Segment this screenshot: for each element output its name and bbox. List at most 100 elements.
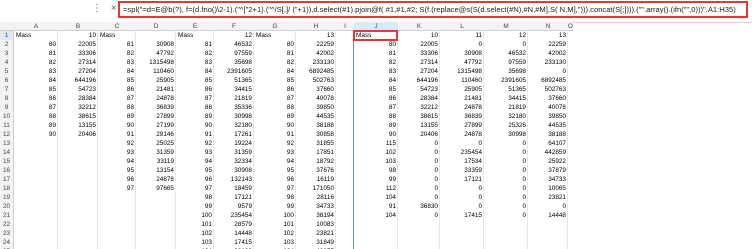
cell[interactable]: 42002 <box>528 49 568 58</box>
cell[interactable]: 22259 <box>528 40 568 49</box>
cell[interactable]: 81 <box>354 49 398 58</box>
cell[interactable]: 90 <box>254 121 296 130</box>
cell[interactable]: 89 <box>354 121 398 130</box>
cell[interactable]: 99 <box>176 202 214 211</box>
row-header[interactable]: 4 <box>0 58 14 67</box>
cell[interactable]: 86 <box>98 85 136 94</box>
cell[interactable]: 36839 <box>136 103 176 112</box>
cell[interactable]: 97 <box>176 184 214 193</box>
cell[interactable]: 98 <box>354 166 398 175</box>
cell[interactable]: 94 <box>176 157 214 166</box>
cell[interactable]: 0 <box>398 148 440 157</box>
cell[interactable]: 0 <box>484 202 528 211</box>
cell[interactable]: 98 <box>254 193 296 202</box>
cell[interactable]: 1315498 <box>440 67 484 76</box>
cell[interactable]: 30908 <box>136 40 176 49</box>
cell[interactable]: 0 <box>440 139 484 148</box>
column-header-g[interactable]: G <box>254 22 296 31</box>
cell[interactable]: 10 <box>58 31 98 40</box>
cell[interactable]: 25025 <box>136 139 176 148</box>
cell[interactable]: 32212 <box>398 103 440 112</box>
cell[interactable]: 97665 <box>136 184 176 193</box>
cell[interactable]: 17121 <box>440 175 484 184</box>
cell[interactable]: 95 <box>98 166 136 175</box>
row-header[interactable]: 24 <box>0 238 14 247</box>
cell[interactable]: 233130 <box>296 58 336 67</box>
cell[interactable]: 102 <box>254 229 296 238</box>
cell[interactable]: 89 <box>176 112 214 121</box>
cell[interactable]: 34733 <box>528 175 568 184</box>
cell[interactable]: 86 <box>354 94 398 103</box>
cell[interactable]: 17415 <box>214 238 254 247</box>
cell[interactable]: 104 <box>354 193 398 202</box>
cell[interactable]: 171050 <box>296 184 336 193</box>
cell[interactable]: 92 <box>176 139 214 148</box>
cell[interactable]: 2391605 <box>484 76 528 85</box>
cell[interactable]: 27204 <box>58 67 98 76</box>
cell[interactable]: 33306 <box>58 49 98 58</box>
cell[interactable]: 33359 <box>440 166 484 175</box>
column-header-l[interactable]: L <box>440 22 484 31</box>
cell[interactable]: 85 <box>98 76 136 85</box>
cell[interactable]: 38194 <box>296 211 336 220</box>
cell[interactable]: 34415 <box>484 94 528 103</box>
cell[interactable]: Mass <box>254 31 296 40</box>
row-header[interactable]: 21 <box>0 211 14 220</box>
cell[interactable]: 25905 <box>136 76 176 85</box>
cell[interactable]: 37676 <box>296 166 336 175</box>
row-header[interactable]: 8 <box>0 94 14 103</box>
cell[interactable]: 17261 <box>214 130 254 139</box>
cell[interactable]: 101 <box>176 220 214 229</box>
cell[interactable]: 86 <box>254 85 296 94</box>
cell[interactable]: 17415 <box>440 211 484 220</box>
cell[interactable]: 6892485 <box>528 76 568 85</box>
cell[interactable]: 98 <box>176 193 214 202</box>
cell[interactable]: 47792 <box>136 49 176 58</box>
cell[interactable]: 12 <box>484 31 528 40</box>
cell[interactable]: 28116 <box>296 193 336 202</box>
cell[interactable]: 27199 <box>136 121 176 130</box>
cell[interactable]: 96 <box>98 175 136 184</box>
cell[interactable]: 27204 <box>398 67 440 76</box>
cell[interactable]: 0 <box>440 202 484 211</box>
cell[interactable]: 97559 <box>214 49 254 58</box>
cell[interactable]: 19224 <box>214 139 254 148</box>
cell[interactable]: 93 <box>176 148 214 157</box>
cell[interactable]: 81 <box>176 40 214 49</box>
cell[interactable]: 37660 <box>528 94 568 103</box>
row-header[interactable]: 3 <box>0 49 14 58</box>
column-header-d[interactable]: D <box>136 22 176 31</box>
cell[interactable]: 83 <box>14 67 58 76</box>
cell[interactable]: 81 <box>254 49 296 58</box>
column-header-c[interactable]: C <box>98 22 136 31</box>
cell[interactable]: 0 <box>484 139 528 148</box>
column-header-f[interactable]: F <box>214 22 254 31</box>
cell[interactable]: 13155 <box>58 121 98 130</box>
cell[interactable]: 27899 <box>136 112 176 121</box>
cell[interactable]: 36830 <box>398 202 440 211</box>
cell[interactable]: 51365 <box>214 76 254 85</box>
cell[interactable]: 10065 <box>528 184 568 193</box>
row-header[interactable]: 5 <box>0 67 14 76</box>
cell[interactable]: Mass <box>176 31 214 40</box>
cell[interactable]: 90 <box>14 130 58 139</box>
cell[interactable]: 24878 <box>440 103 484 112</box>
cell[interactable]: 39850 <box>296 103 336 112</box>
cell[interactable]: 2391605 <box>214 67 254 76</box>
cell[interactable]: 37660 <box>296 85 336 94</box>
cell[interactable]: 36839 <box>440 112 484 121</box>
cell[interactable]: 25905 <box>440 85 484 94</box>
cell[interactable]: 87 <box>14 103 58 112</box>
cell[interactable]: Mass <box>14 31 58 40</box>
cell[interactable]: 100 <box>254 211 296 220</box>
column-header-e[interactable]: E <box>176 22 214 31</box>
cell[interactable]: 6892485 <box>296 67 336 76</box>
cell[interactable]: 87 <box>254 94 296 103</box>
cell[interactable]: 94 <box>98 157 136 166</box>
cell[interactable]: 10 <box>398 31 440 40</box>
row-header[interactable]: 22 <box>0 220 14 229</box>
cell[interactable]: 42002 <box>296 49 336 58</box>
cell[interactable]: 64107 <box>528 139 568 148</box>
cancel-icon[interactable]: × <box>111 3 117 14</box>
cell[interactable]: 32180 <box>214 121 254 130</box>
